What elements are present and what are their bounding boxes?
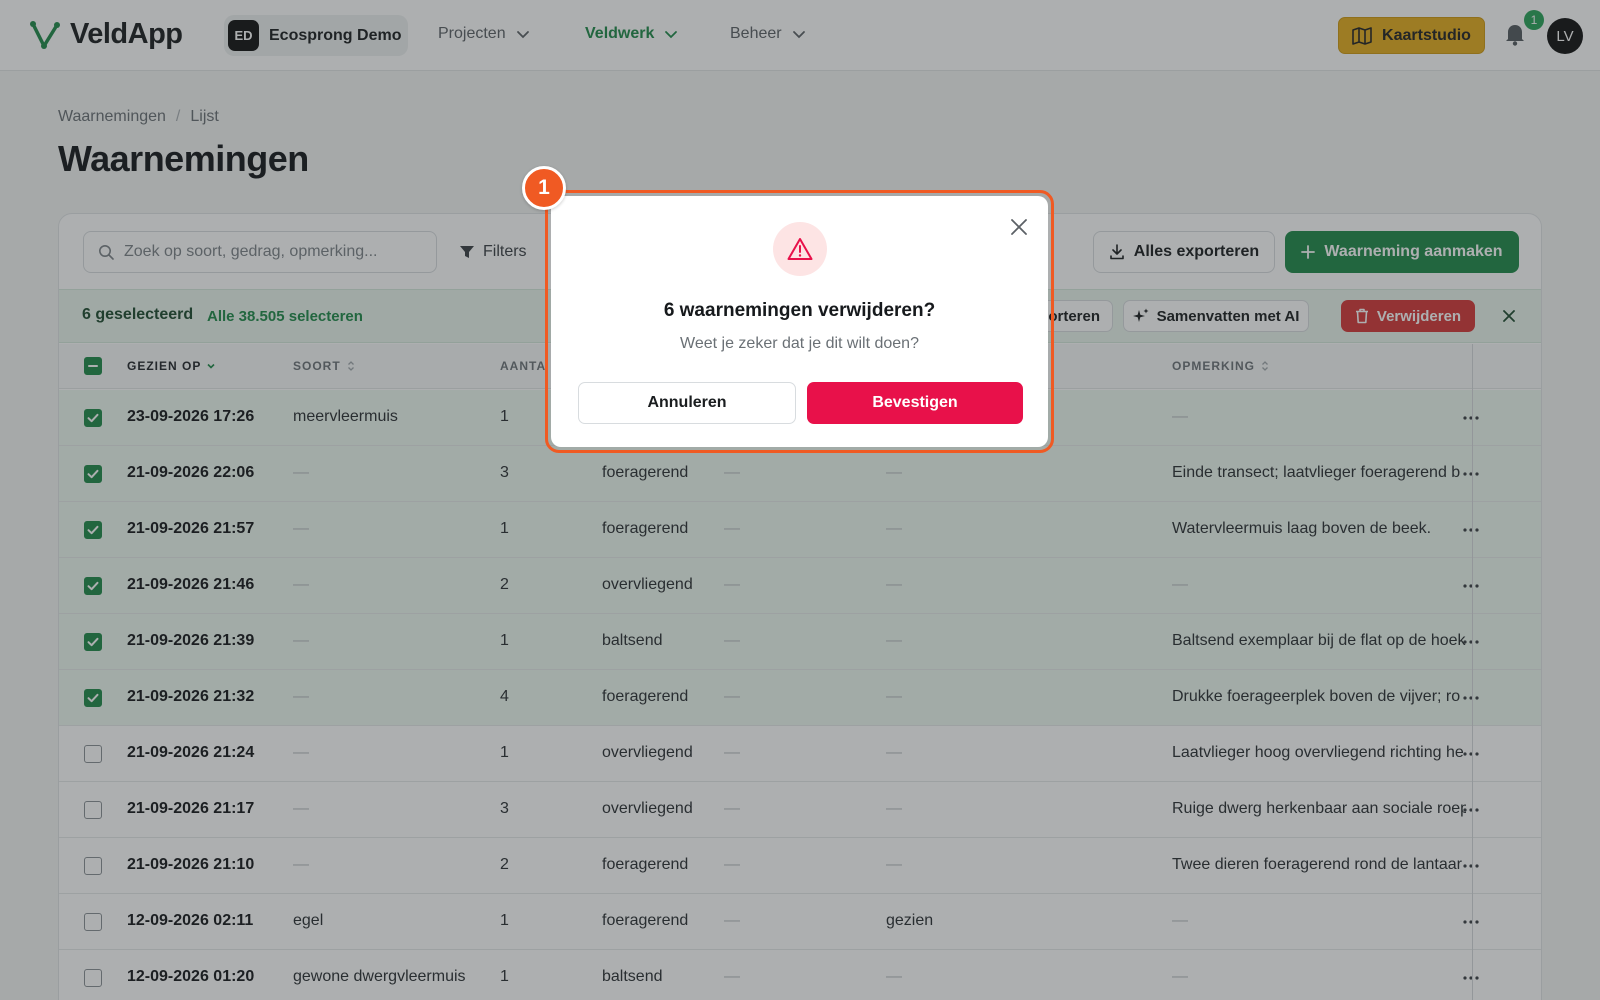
confirm-label: Bevestigen (872, 394, 958, 411)
warning-badge (773, 222, 827, 276)
warning-triangle-icon (787, 238, 813, 260)
modal-backdrop[interactable] (0, 0, 1600, 1000)
cancel-button[interactable]: Annuleren (578, 382, 796, 424)
confirm-button[interactable]: Bevestigen (807, 382, 1023, 424)
dialog-subtitle: Weet je zeker dat je dit wilt doen? (680, 335, 919, 352)
dialog-title: 6 waarnemingen verwijderen? (663, 300, 936, 321)
dialog-close-button[interactable] (1006, 214, 1032, 240)
delete-confirm-dialog: 6 waarnemingen verwijderen? Weet je zeke… (551, 196, 1048, 447)
step-number-badge: 1 (522, 166, 566, 210)
cancel-label: Annuleren (647, 394, 727, 411)
close-icon (1011, 219, 1027, 235)
